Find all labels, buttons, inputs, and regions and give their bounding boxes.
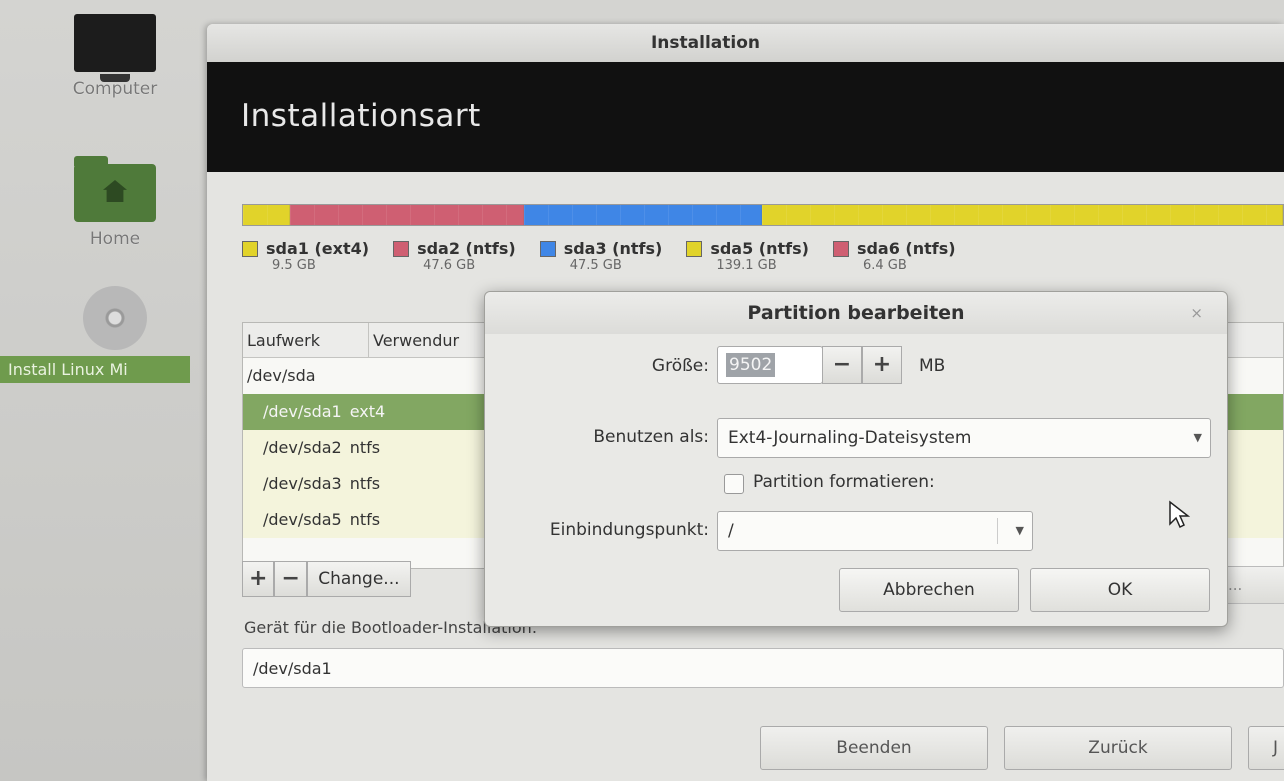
quit-button[interactable]: Beenden [760,726,988,770]
chevron-down-icon: ▼ [1193,431,1202,444]
partition-bar [242,204,1284,226]
legend-item: sda5 (ntfs) 139.1 GB [686,239,809,273]
row-device: /dev/sda2 [263,438,342,457]
legend-swatch [539,240,556,257]
computer-desktop-icon[interactable]: Computer [20,14,210,100]
dialog-title: Partition bearbeiten [485,292,1227,334]
partition-legend: sda1 (ext4) 9.5 GB sda2 (ntfs) 47.6 GB s… [242,239,1284,273]
install-label: Install Linux Mi [0,356,190,383]
partition-segment-sda3 [524,205,762,225]
row-device: /dev/sda5 [263,510,342,529]
mouse-pointer-icon [1169,500,1190,529]
filesystem-select[interactable]: Ext4-Journaling-Dateisystem ▼ [717,418,1211,458]
column-header-device[interactable]: Laufwerk [243,323,369,357]
legend-size: 6.4 GB [862,258,907,273]
legend-name: sda6 (ntfs) [856,239,956,258]
legend-swatch [832,240,849,257]
size-increment-button[interactable]: + [862,346,902,384]
legend-swatch [393,240,410,257]
cancel-button[interactable]: Abbrechen [839,568,1019,612]
back-button[interactable]: Zurück [1004,726,1232,770]
size-value: 9502 [726,353,776,377]
partition-segment-sda1 [243,205,290,225]
size-unit: MB [919,356,946,376]
ok-button[interactable]: OK [1030,568,1210,612]
legend-swatch [242,240,258,257]
legend-item: sda6 (ntfs) 6.4 GB [832,239,956,273]
row-device: /dev/sda1 [263,402,342,421]
row-fs: ntfs [349,438,381,457]
legend-item: sda1 (ext4) 9.5 GB [242,239,369,273]
legend-name: sda2 (ntfs) [417,239,516,258]
home-folder-icon [74,156,156,222]
legend-name: sda3 (ntfs) [563,239,663,258]
legend-size: 139.1 GB [716,258,777,273]
legend-swatch [686,240,703,257]
table-toolbar: + − Change... [242,561,411,597]
monitor-icon [74,14,156,82]
legend-name: sda1 (ext4) [266,239,370,258]
legend-item: sda3 (ntfs) 47.5 GB [539,239,663,273]
add-partition-button[interactable]: + [242,561,275,597]
row-device: /dev/sda3 [263,474,342,493]
use-as-label: Benutzen als: [593,427,709,447]
legend-size: 47.5 GB [569,258,622,273]
bootloader-device-field[interactable]: /dev/sda1 [242,648,1284,688]
mount-point-combobox[interactable]: / ▼ [717,511,1033,551]
legend-size: 9.5 GB [272,258,316,273]
size-input[interactable]: 9502 [717,346,823,384]
format-label: Partition formatieren: [753,472,935,492]
close-icon[interactable]: × [1190,304,1203,322]
partition-segment-sda5 [762,205,1283,225]
size-decrement-button[interactable]: − [822,346,862,384]
next-button[interactable]: J [1248,726,1284,770]
edit-partition-dialog: Partition bearbeiten × Größe: 9502 − + M… [484,291,1228,627]
legend-item: sda2 (ntfs) 47.6 GB [393,239,516,273]
home-desktop-icon[interactable]: Home [20,156,210,250]
window-title: Installation [207,24,1284,62]
mount-point-value: / [728,521,734,541]
legend-name: sda5 (ntfs) [710,239,809,258]
format-checkbox[interactable] [724,474,744,494]
page-heading: Installationsart [207,62,1284,172]
row-fs: ntfs [349,474,381,493]
chevron-down-icon[interactable]: ▼ [1016,524,1024,537]
install-desktop-icon[interactable]: Install Linux Mi [0,286,210,383]
row-fs: ext4 [349,402,386,421]
mount-point-label: Einbindungspunkt: [549,520,709,540]
row-fs: ntfs [349,510,381,529]
partition-segment-sda2 [290,205,524,225]
disc-icon [83,286,147,350]
size-label: Größe: [651,356,709,376]
filesystem-value: Ext4-Journaling-Dateisystem [728,428,972,448]
change-partition-button[interactable]: Change... [306,561,411,597]
row-device: /dev/sda [247,366,316,385]
remove-partition-button[interactable]: − [274,561,307,597]
home-label: Home [89,229,141,249]
legend-size: 47.6 GB [423,258,476,273]
